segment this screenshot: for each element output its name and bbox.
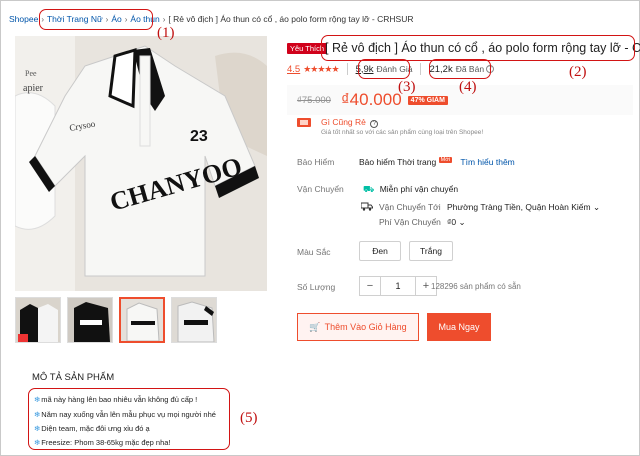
insurance-value: Bảo hiểm Thời trang Mới Tìm hiểu thêm: [359, 157, 515, 167]
discount-badge: 47% GIẢM: [407, 95, 448, 105]
ship-to-address[interactable]: Phường Tràng Tiền, Quận Hoàn Kiếm ⌄: [447, 202, 600, 213]
guarantee-title[interactable]: Gì Cũng Rẻ ?: [321, 117, 379, 128]
color-label: Màu Sắc: [297, 247, 331, 257]
thumbnail-strip: [15, 297, 217, 343]
divider: [420, 63, 422, 75]
thumbnail-3[interactable]: [119, 297, 165, 343]
shipping-label: Vận Chuyển: [297, 184, 344, 194]
decrease-button[interactable]: −: [359, 276, 381, 296]
annotation-box-5: [28, 388, 230, 450]
annotation-label-5: (5): [240, 410, 258, 426]
cart-icon: 🛒: [309, 321, 321, 332]
new-badge: Mới: [438, 157, 453, 163]
annotation-label-3: (3): [398, 79, 416, 95]
thumbnail-1[interactable]: [15, 297, 61, 343]
annotation-label-2: (2): [569, 64, 587, 80]
sale-price: ₫40.000: [340, 90, 402, 109]
color-option-black[interactable]: Đen: [359, 241, 401, 261]
annotation-box-1: [39, 9, 153, 30]
description-title: MÔ TẢ SẢN PHẨM: [32, 372, 115, 383]
quantity-input[interactable]: 1: [381, 276, 415, 296]
ship-to-label: Vận Chuyển Tới: [379, 202, 441, 212]
thumbnail-4[interactable]: [171, 297, 217, 343]
learn-more-link[interactable]: Tìm hiểu thêm: [460, 157, 514, 167]
guarantee-subtitle: Giá tốt nhất so với các sản phẩm cùng lo…: [321, 129, 484, 136]
annotation-box-4: [429, 59, 491, 79]
original-price: ₫75.000: [297, 94, 331, 106]
annotation-box-2: [321, 35, 635, 61]
product-main-image[interactable]: Crysoo 23 CHANYOO Pee apier: [15, 36, 267, 291]
cheap-guarantee-icon: [297, 118, 311, 127]
buy-now-button[interactable]: Mua Ngay: [427, 313, 491, 341]
free-shipping: ⛟ Miễn phí vận chuyển: [363, 184, 459, 194]
color-option-white[interactable]: Trắng: [409, 241, 453, 261]
breadcrumb-current: [ Rẻ vô địch ] Áo thun có cổ , áo polo f…: [168, 14, 414, 24]
truck-icon: [361, 202, 373, 211]
chevron-down-icon: ⌄: [458, 217, 466, 227]
annotation-label-1: (1): [157, 25, 175, 41]
free-ship-icon: ⛟: [363, 184, 375, 194]
quantity-stepper: − 1 +: [359, 276, 437, 296]
divider: [346, 63, 348, 75]
annotation-label-4: (4): [459, 79, 477, 95]
star-rating-icon: ★★★★★: [303, 63, 339, 74]
annotation-box-3: [358, 59, 410, 79]
add-to-cart-button[interactable]: 🛒 Thêm Vào Giỏ Hàng: [297, 313, 419, 341]
shipping-fee-label: Phí Vận Chuyển: [379, 217, 441, 227]
breadcrumb-shopee[interactable]: Shopee: [9, 14, 38, 24]
svg-text:23: 23: [190, 128, 208, 145]
svg-text:apier: apier: [23, 83, 44, 94]
quantity-label: Số Lượng: [297, 282, 336, 292]
chevron-down-icon: ⌄: [592, 202, 601, 212]
help-icon[interactable]: ?: [370, 120, 379, 128]
thumbnail-2[interactable]: [67, 297, 113, 343]
polo-shirt-illustration: Crysoo 23 CHANYOO Pee apier: [15, 36, 267, 291]
rating-value[interactable]: 4.5: [287, 64, 300, 75]
product-page: Shopee › Thời Trang Nữ › Áo › Áo thun › …: [0, 0, 640, 456]
svg-text:Pee: Pee: [25, 69, 37, 78]
stock-count: 128296 sản phẩm có sẵn: [431, 282, 521, 291]
shipping-fee-value[interactable]: ₫0 ⌄: [447, 217, 466, 228]
insurance-label: Bảo Hiểm: [297, 157, 335, 167]
chevron-right-icon: ›: [162, 14, 166, 24]
